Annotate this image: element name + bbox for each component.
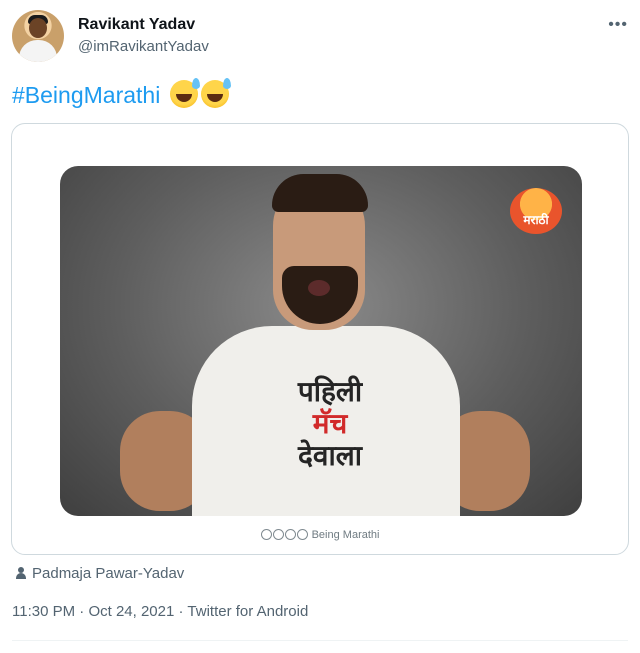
tweet-source[interactable]: Twitter for Android — [187, 603, 308, 620]
author-handle[interactable]: @imRavikantYadav — [78, 38, 209, 55]
tweet-time[interactable]: 11:30 PM — [12, 603, 75, 620]
shirt-line-1: पहिली — [297, 375, 363, 408]
user-icon — [16, 567, 26, 579]
person-mouth — [308, 280, 330, 296]
sweat-smile-emoji-icon — [200, 78, 231, 108]
divider — [12, 640, 628, 641]
tweet-meta: 11:30 PM · Oct 24, 2021 · Twitter for An… — [12, 603, 309, 620]
tweet-header: Ravikant Yadav @imRavikantYadav ••• — [12, 10, 628, 64]
hashtag-link[interactable]: #BeingMarathi — [12, 82, 160, 108]
being-marathi-logo: मराठी — [510, 188, 562, 234]
shirt-line-2: मॅच — [312, 407, 348, 440]
tweet-date[interactable]: Oct 24, 2021 — [88, 603, 174, 620]
tweet-text: #BeingMarathi — [12, 78, 231, 109]
media-caption: Padmaja Pawar-Yadav — [16, 565, 184, 582]
author-name[interactable]: Ravikant Yadav — [78, 16, 195, 34]
media-credit: Being Marathi — [12, 529, 628, 541]
sweat-smile-emoji-icon — [169, 78, 200, 108]
person-hair — [272, 174, 368, 212]
shirt-line-3: देवाला — [298, 439, 362, 472]
social-icons — [260, 529, 272, 540]
caption-credit-name: Padmaja Pawar-Yadav — [32, 565, 185, 582]
avatar[interactable] — [12, 10, 64, 62]
media-credit-text: Being Marathi — [311, 529, 380, 541]
shirt-text: पहिली मॅच देवाला — [260, 376, 400, 472]
tweet-media[interactable]: मराठी पहिली मॅच देवाला Being Marathi — [11, 123, 629, 555]
media-photo[interactable]: मराठी पहिली मॅच देवाला — [60, 166, 582, 516]
more-icon[interactable]: ••• — [608, 16, 628, 34]
